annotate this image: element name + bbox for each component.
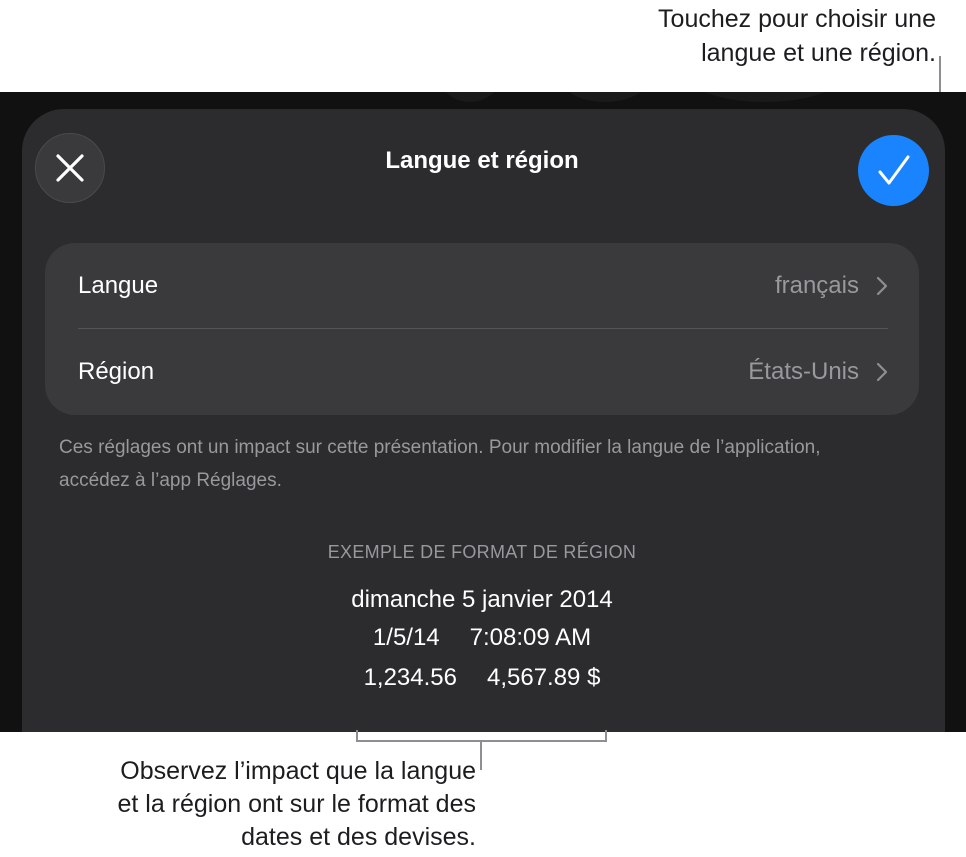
example-number-line: 1,234.56 4,567.89 $ — [22, 664, 942, 692]
region-value: États-Unis — [748, 358, 859, 385]
example-date-short: 1/5/14 — [372, 624, 440, 651]
region-row[interactable]: Région États-Unis — [45, 329, 919, 415]
chevron-right-icon — [876, 362, 888, 382]
example-datetime-line: 1/5/14 7:08:09 AM — [22, 624, 942, 652]
region-label: Région — [78, 358, 155, 385]
app-screen: Langue et région Langue français Région — [0, 92, 966, 732]
example-date-long: dimanche 5 janvier 2014 — [351, 586, 613, 613]
example-number: 1,234.56 — [363, 664, 457, 691]
done-button[interactable] — [858, 135, 929, 206]
callout-bottom-line-2: et la région ont sur le format des — [117, 790, 476, 818]
settings-group: Langue français Région États-Unis — [45, 243, 919, 415]
callout-top-line-1: Touchez pour choisir une — [658, 5, 936, 33]
language-label: Langue — [78, 272, 159, 299]
language-row[interactable]: Langue français — [45, 243, 919, 329]
callout-bracket-bottom — [356, 730, 607, 742]
callout-top-line-2: langue et une région. — [701, 39, 936, 67]
checkmark-icon — [878, 155, 909, 184]
language-value: français — [774, 272, 859, 299]
settings-footnote: Ces réglages ont un impact sur cette pré… — [59, 437, 821, 491]
callout-bottom-line-1: Observez l’impact que la langue — [120, 757, 476, 785]
chevron-right-icon — [876, 276, 888, 296]
background-shape — [440, 92, 500, 102]
page: Touchez pour choisir une langue et une r… — [0, 0, 966, 857]
example-time: 7:08:09 AM — [469, 624, 592, 651]
callout-choose-language-region: Touchez pour choisir une langue et une r… — [658, 2, 936, 70]
example-header: EXEMPLE DE FORMAT DE RÉGION — [327, 542, 637, 562]
callout-leader-line-bottom — [480, 742, 482, 770]
sheet-title: Langue et région — [385, 147, 579, 174]
callout-format-impact: Observez l’impact que la langue et la ré… — [20, 755, 476, 854]
background-shape — [560, 92, 650, 102]
background-shape — [690, 92, 840, 102]
language-region-sheet: Langue et région Langue français Région — [22, 109, 945, 732]
callout-bottom-line-3: dates et des devises. — [241, 823, 476, 851]
example-currency: 4,567.89 $ — [486, 664, 601, 691]
